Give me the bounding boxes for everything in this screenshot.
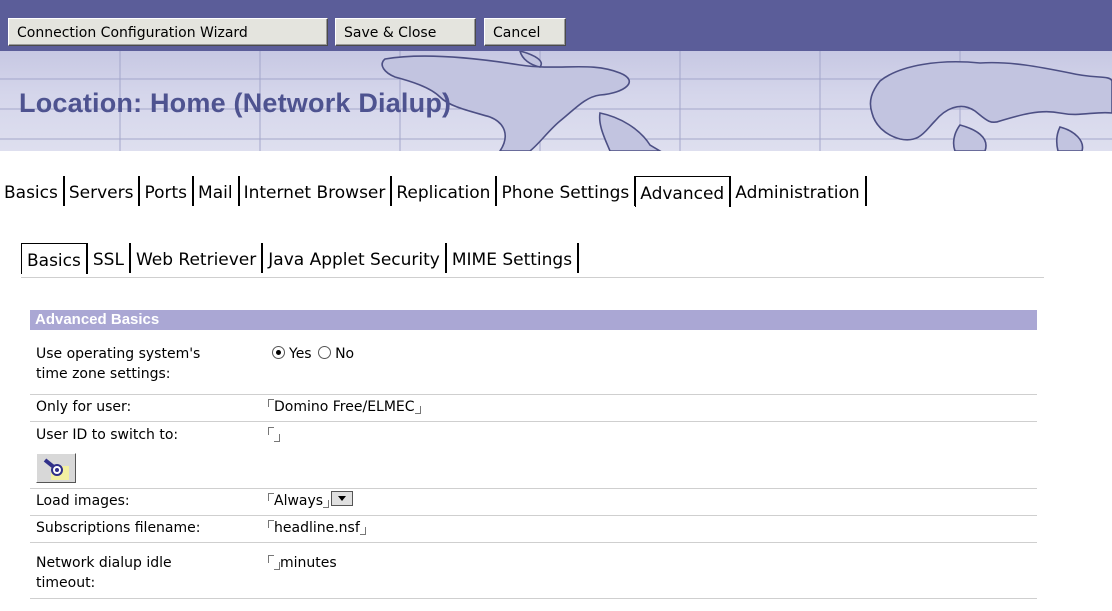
- main-tab-bar: Basics Servers Ports Mail Internet Browser Re…: [0, 176, 867, 210]
- idle-timeout-unit: minutes: [280, 555, 337, 571]
- load-images-field[interactable]: Always: [268, 491, 354, 511]
- field-bracket-right: [274, 425, 280, 443]
- load-images-label: Load images:: [36, 493, 130, 509]
- connection-wizard-button[interactable]: Connection Configuration Wizard: [8, 18, 328, 46]
- timezone-label-line2: time zone settings:: [36, 366, 171, 382]
- idle-timeout-label-line2: timeout:: [36, 575, 96, 591]
- timezone-radio-group: Yes No: [270, 344, 354, 364]
- timezone-no-radio[interactable]: [318, 346, 332, 359]
- tab-replication[interactable]: Replication: [392, 176, 498, 206]
- timezone-yes-radio[interactable]: [272, 346, 285, 359]
- flashlight-picker-button[interactable]: [36, 453, 76, 483]
- cancel-button[interactable]: Cancel: [484, 18, 566, 46]
- row-divider: [30, 394, 1037, 395]
- subscriptions-field[interactable]: headline.nsf: [268, 518, 366, 538]
- subtab-java-applet-security[interactable]: Java Applet Security: [263, 243, 447, 273]
- row-divider: [30, 488, 1037, 489]
- subtab-web-retriever[interactable]: Web Retriever: [131, 243, 264, 273]
- toolbar: Connection Configuration Wizard Save & C…: [0, 0, 1112, 51]
- only-for-user-label: Only for user:: [36, 399, 132, 415]
- row-divider: [30, 542, 1037, 543]
- tab-internet-browser[interactable]: Internet Browser: [240, 176, 393, 206]
- tab-ports[interactable]: Ports: [140, 176, 195, 206]
- tab-basics[interactable]: Basics: [0, 176, 65, 206]
- tab-mail[interactable]: Mail: [194, 176, 240, 206]
- user-id-label: User ID to switch to:: [36, 427, 179, 443]
- location-title: Location: Home (Network Dialup): [19, 88, 452, 118]
- timezone-label-line1: Use operating system's: [36, 346, 201, 362]
- idle-timeout-label-line1: Network dialup idle: [36, 555, 172, 571]
- field-bracket-left: [268, 518, 274, 536]
- subscriptions-label: Subscriptions filename:: [36, 520, 201, 536]
- tab-advanced[interactable]: Advanced: [635, 176, 732, 207]
- user-id-field[interactable]: [268, 425, 280, 445]
- only-for-user-value[interactable]: Domino Free/ELMEC: [274, 399, 415, 415]
- location-banner: Location: Home (Network Dialup): [0, 51, 1112, 151]
- row-divider: [30, 515, 1037, 516]
- sub-tab-bar: Basics SSL Web Retriever Java Applet Securi…: [21, 243, 580, 277]
- timezone-yes-label: Yes: [289, 346, 312, 362]
- tab-administration[interactable]: Administration: [731, 176, 867, 206]
- idle-timeout-field[interactable]: minutes: [268, 553, 337, 573]
- flashlight-icon: [43, 458, 69, 480]
- tab-servers[interactable]: Servers: [65, 176, 141, 206]
- field-bracket-right: [323, 491, 330, 509]
- timezone-no-label: No: [335, 346, 355, 362]
- subtab-divider: [21, 277, 1044, 278]
- subtab-basics[interactable]: Basics: [21, 243, 88, 274]
- save-close-button[interactable]: Save & Close: [335, 18, 476, 46]
- field-bracket-left: [268, 397, 274, 415]
- subscriptions-value[interactable]: headline.nsf: [274, 520, 360, 536]
- load-images-value[interactable]: Always: [274, 493, 323, 509]
- field-bracket-right: [274, 553, 280, 571]
- field-bracket-right: [359, 518, 366, 536]
- chevron-down-icon[interactable]: [331, 491, 354, 506]
- section-header: Advanced Basics: [30, 310, 1037, 330]
- field-bracket-left: [268, 491, 274, 509]
- field-bracket-right: [414, 397, 421, 415]
- subtab-ssl[interactable]: SSL: [88, 243, 131, 273]
- tab-phone-settings[interactable]: Phone Settings: [497, 176, 637, 206]
- only-for-user-field[interactable]: Domino Free/ELMEC: [268, 397, 421, 417]
- row-divider: [30, 421, 1037, 422]
- row-divider: [30, 598, 1037, 599]
- subtab-mime-settings[interactable]: MIME Settings: [447, 243, 580, 273]
